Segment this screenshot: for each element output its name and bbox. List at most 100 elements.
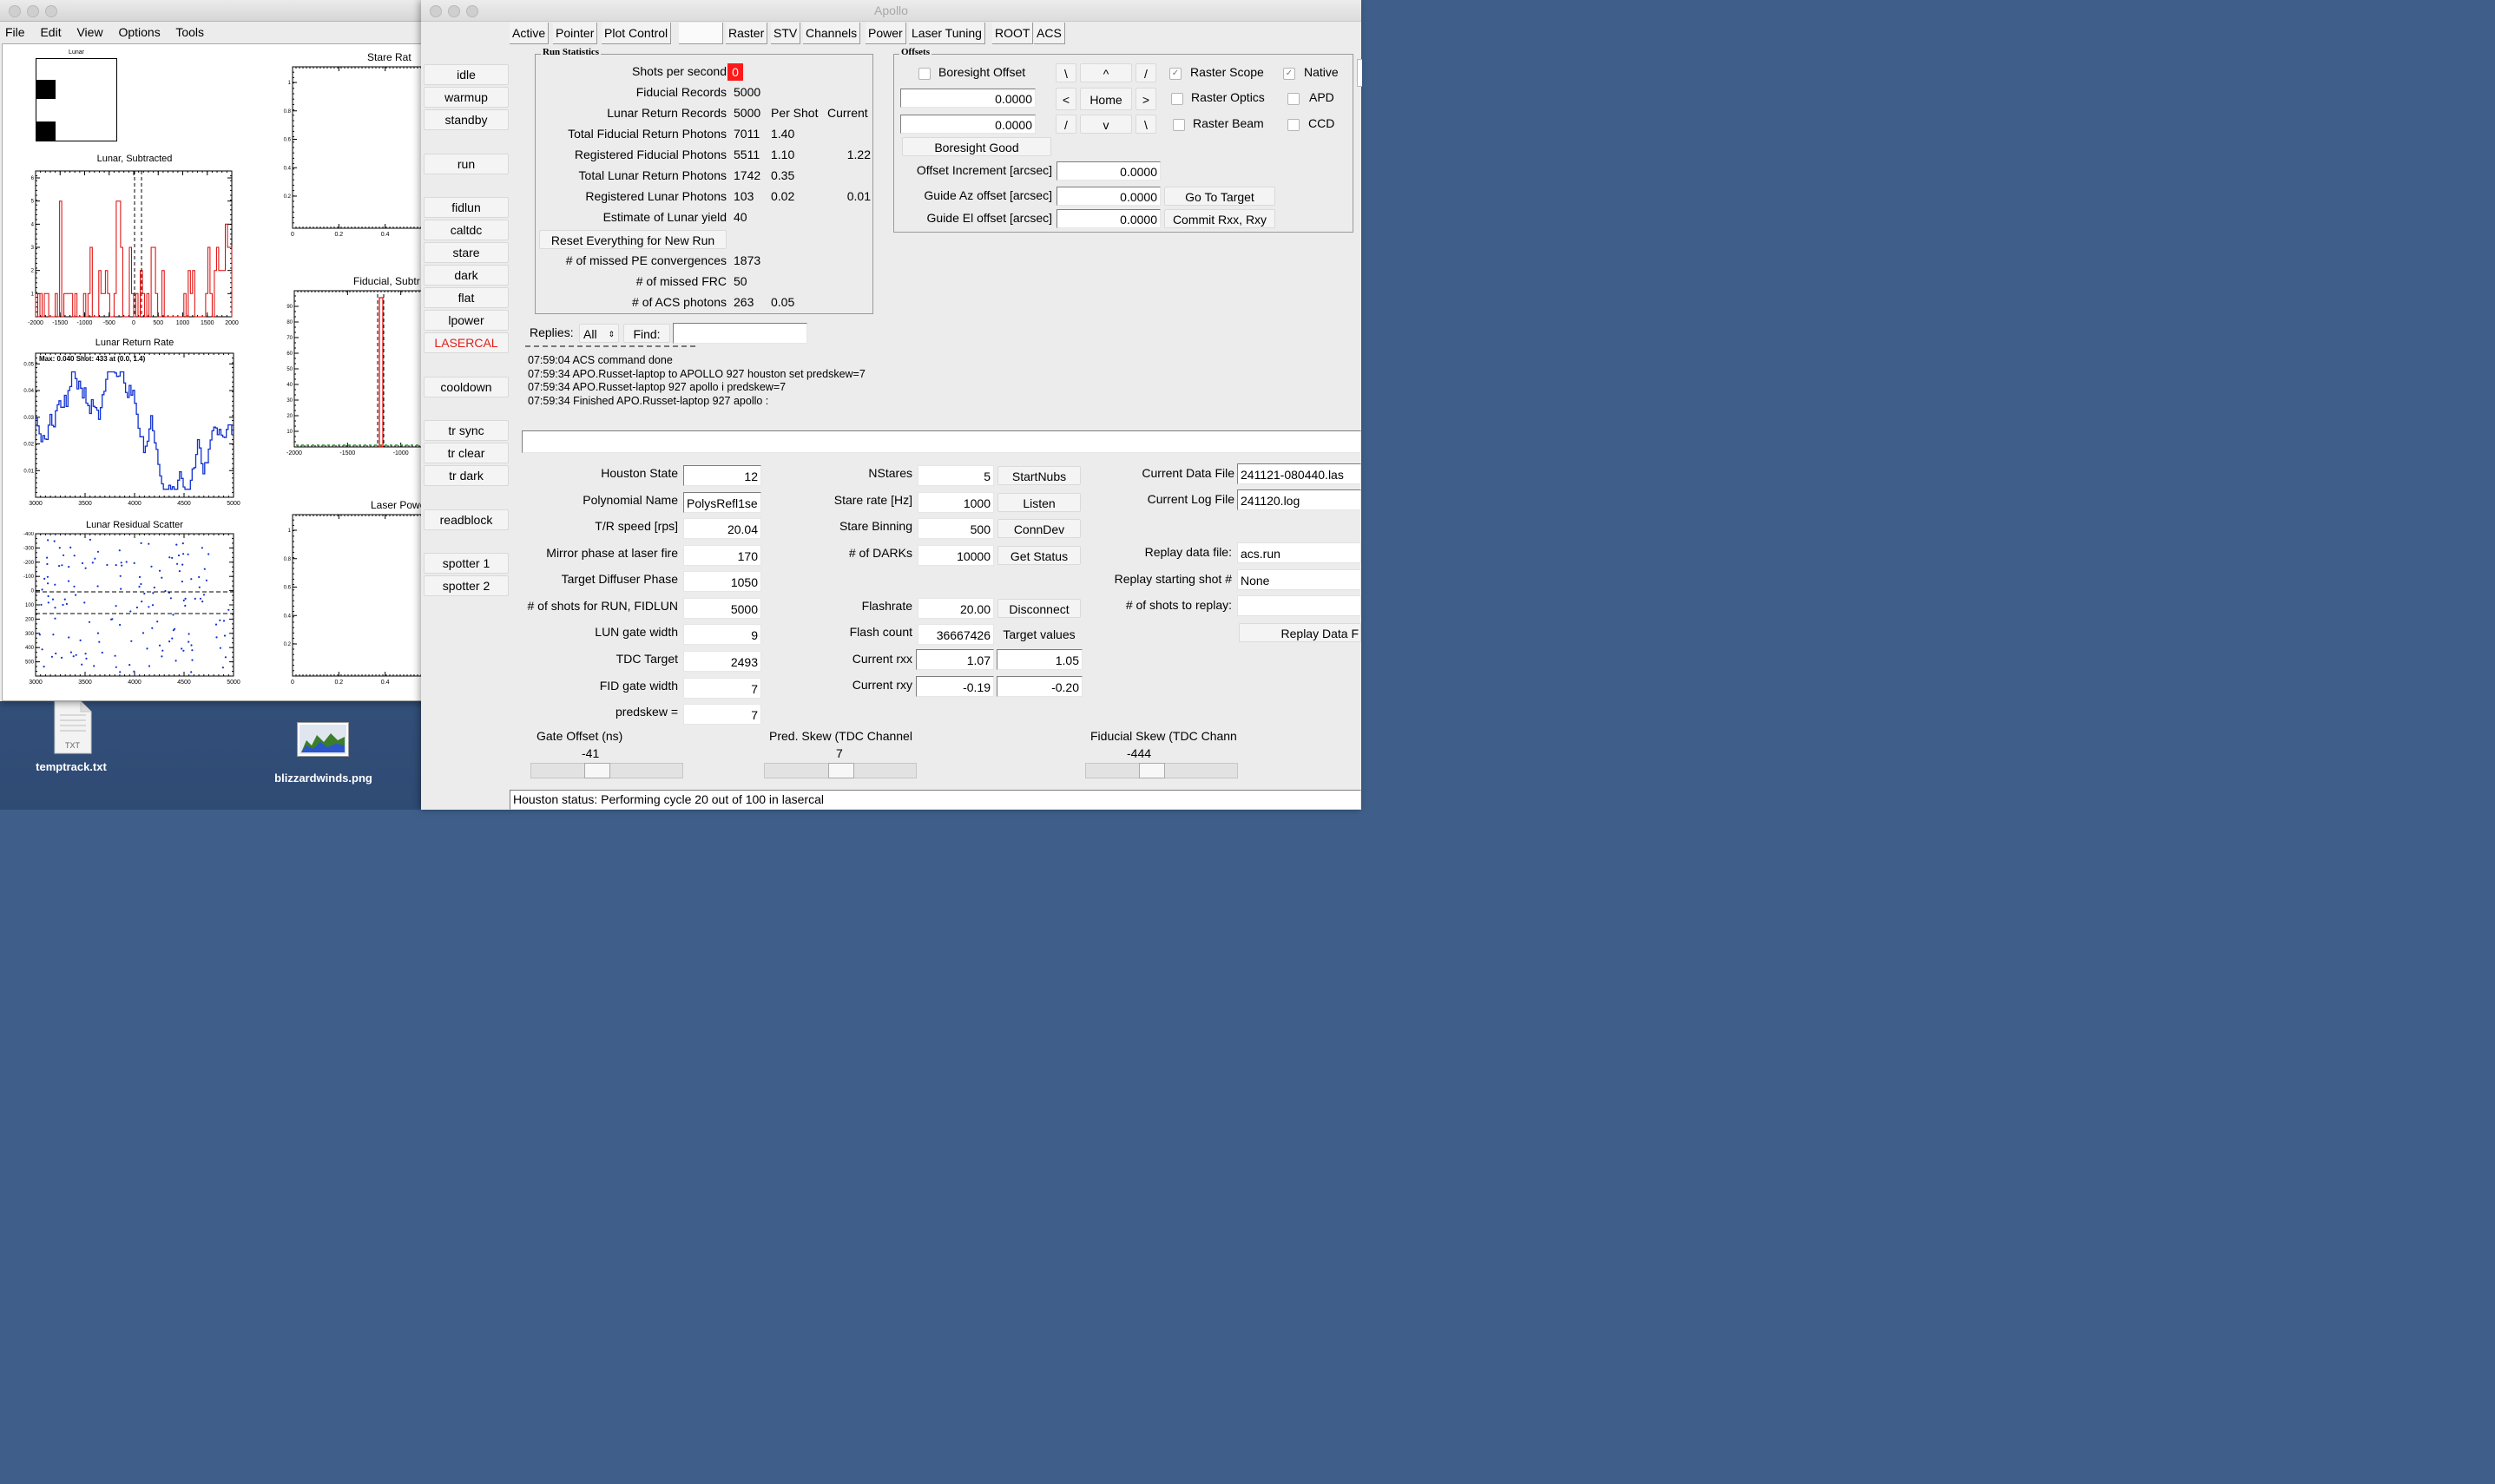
param-field[interactable]: 36667426: [918, 624, 994, 645]
param-field[interactable]: 5000: [683, 598, 761, 619]
param-field[interactable]: 7: [683, 678, 761, 699]
action-button-conndev[interactable]: ConnDev: [997, 519, 1081, 538]
slider-handle[interactable]: [1139, 763, 1165, 778]
tab-plot-control[interactable]: Plot Control: [602, 23, 672, 44]
param-field[interactable]: 1050: [683, 571, 761, 592]
go-to-target-button[interactable]: Go To Target: [1164, 187, 1275, 206]
param-field[interactable]: 170: [683, 545, 761, 566]
arrow-up-left-button[interactable]: \: [1056, 63, 1076, 82]
replay-data-button[interactable]: Replay Data F: [1239, 623, 1361, 642]
native-checkbox[interactable]: ✓: [1283, 68, 1295, 80]
command-button-spotter-2[interactable]: spotter 2: [424, 575, 509, 596]
minimize-button[interactable]: [27, 5, 39, 17]
image-file-icon[interactable]: [297, 722, 349, 757]
raster-beam-checkbox[interactable]: [1173, 119, 1185, 131]
data-file-field[interactable]: 241121-080440.las: [1237, 463, 1361, 484]
param-field[interactable]: 12: [683, 465, 761, 486]
param-field[interactable]: 9: [683, 624, 761, 645]
command-button-run[interactable]: run: [424, 154, 509, 174]
tab-stv[interactable]: STV: [771, 23, 801, 44]
zoom-button[interactable]: [45, 5, 57, 17]
offset-field-1[interactable]: 0.0000: [900, 89, 1036, 108]
command-button-warmup[interactable]: warmup: [424, 87, 509, 108]
tab-laser-tuning[interactable]: Laser Tuning: [909, 23, 985, 44]
arrow-left-button[interactable]: <: [1056, 88, 1076, 110]
arrow-down-right-button[interactable]: \: [1136, 115, 1156, 134]
log-file-field[interactable]: 241120.log: [1237, 489, 1361, 510]
slider-handle[interactable]: [584, 763, 610, 778]
command-button-caltdc[interactable]: caltdc: [424, 220, 509, 240]
raster-scope-checkbox[interactable]: ✓: [1169, 68, 1182, 80]
offset-increment-field[interactable]: 0.0000: [1057, 161, 1161, 181]
boresight-good-button[interactable]: Boresight Good: [902, 137, 1051, 156]
menu-options[interactable]: Options: [118, 25, 160, 39]
param-field[interactable]: 5: [918, 465, 994, 486]
command-button-flat[interactable]: flat: [424, 287, 509, 308]
guide-el-field[interactable]: 0.0000: [1057, 209, 1161, 228]
tab-blank[interactable]: [679, 23, 723, 44]
boresight-offset-checkbox[interactable]: [918, 68, 931, 80]
close-button[interactable]: [9, 5, 21, 17]
gate-offset-slider[interactable]: [530, 763, 683, 778]
guide-az-field[interactable]: 0.0000: [1057, 187, 1161, 206]
tab-acs[interactable]: ACS: [1034, 23, 1065, 44]
home-button[interactable]: Home: [1080, 88, 1132, 110]
action-button-listen[interactable]: Listen: [997, 493, 1081, 512]
text-file-icon[interactable]: TXT: [48, 700, 100, 755]
action-button-disconnect[interactable]: Disconnect: [997, 599, 1081, 618]
param-field[interactable]: PolysRefl1se: [683, 492, 761, 513]
param-field[interactable]: 500: [918, 518, 994, 539]
arrow-up-button[interactable]: ^: [1080, 63, 1132, 82]
fiducial-skew-slider[interactable]: [1085, 763, 1238, 778]
command-button-lasercal[interactable]: LASERCAL: [424, 332, 509, 353]
param-field[interactable]: 20.04: [683, 518, 761, 539]
menu-view[interactable]: View: [76, 25, 102, 39]
param-field[interactable]: 2493: [683, 651, 761, 672]
current-rxy-field[interactable]: -0.19: [916, 676, 994, 697]
find-input[interactable]: [673, 323, 807, 344]
arrow-down-button[interactable]: v: [1080, 115, 1132, 134]
offset-field-2[interactable]: 0.0000: [900, 115, 1036, 134]
zoom-button[interactable]: [466, 5, 478, 17]
command-button-lpower[interactable]: lpower: [424, 310, 509, 331]
pred-skew-slider[interactable]: [764, 763, 917, 778]
tab-channels[interactable]: Channels: [803, 23, 861, 44]
command-button-readblock[interactable]: readblock: [424, 509, 509, 530]
tab-root[interactable]: ROOT: [992, 23, 1034, 44]
current-rxx-field[interactable]: 1.07: [916, 649, 994, 670]
menu-tools[interactable]: Tools: [175, 25, 204, 39]
command-button-dark[interactable]: dark: [424, 265, 509, 286]
command-button-cooldown[interactable]: cooldown: [424, 377, 509, 397]
minimize-button[interactable]: [448, 5, 460, 17]
tab-active[interactable]: Active: [510, 23, 550, 44]
tab-raster[interactable]: Raster: [726, 23, 768, 44]
command-button-fidlun[interactable]: fidlun: [424, 197, 509, 218]
param-field[interactable]: 20.00: [918, 598, 994, 619]
slider-handle[interactable]: [828, 763, 854, 778]
current-rxx-target-field[interactable]: 1.05: [997, 649, 1083, 670]
arrow-up-right-button[interactable]: /: [1136, 63, 1156, 82]
command-button-standby[interactable]: standby: [424, 109, 509, 130]
command-button-spotter-1[interactable]: spotter 1: [424, 553, 509, 574]
command-button-stare[interactable]: stare: [424, 242, 509, 263]
current-rxy-target-field[interactable]: -0.20: [997, 676, 1083, 697]
param-field[interactable]: 1000: [918, 492, 994, 513]
command-button-tr-dark[interactable]: tr dark: [424, 465, 509, 486]
command-input[interactable]: [522, 430, 1361, 453]
replies-filter-select[interactable]: All ⇕: [579, 324, 619, 343]
param-field[interactable]: 7: [683, 704, 761, 725]
plot-canvas[interactable]: Lunar Lunar, Subtracted -2000 -1500 -1000-…: [2, 43, 460, 701]
close-button[interactable]: [430, 5, 442, 17]
replay-shot-field[interactable]: None: [1237, 569, 1361, 590]
ccd-checkbox[interactable]: [1287, 119, 1300, 131]
command-button-tr-clear[interactable]: tr clear: [424, 443, 509, 463]
arrow-down-left-button[interactable]: /: [1056, 115, 1076, 134]
desktop-icon-label[interactable]: temptrack.txt: [17, 760, 125, 773]
reset-run-button[interactable]: Reset Everything for New Run: [539, 230, 727, 249]
command-button-tr-sync[interactable]: tr sync: [424, 420, 509, 441]
commit-rxx-rxy-button[interactable]: Commit Rxx, Rxy: [1164, 209, 1275, 228]
menu-edit[interactable]: Edit: [40, 25, 61, 39]
param-field[interactable]: 10000: [918, 545, 994, 566]
tab-pointer[interactable]: Pointer: [553, 23, 598, 44]
menu-file[interactable]: File: [5, 25, 25, 39]
